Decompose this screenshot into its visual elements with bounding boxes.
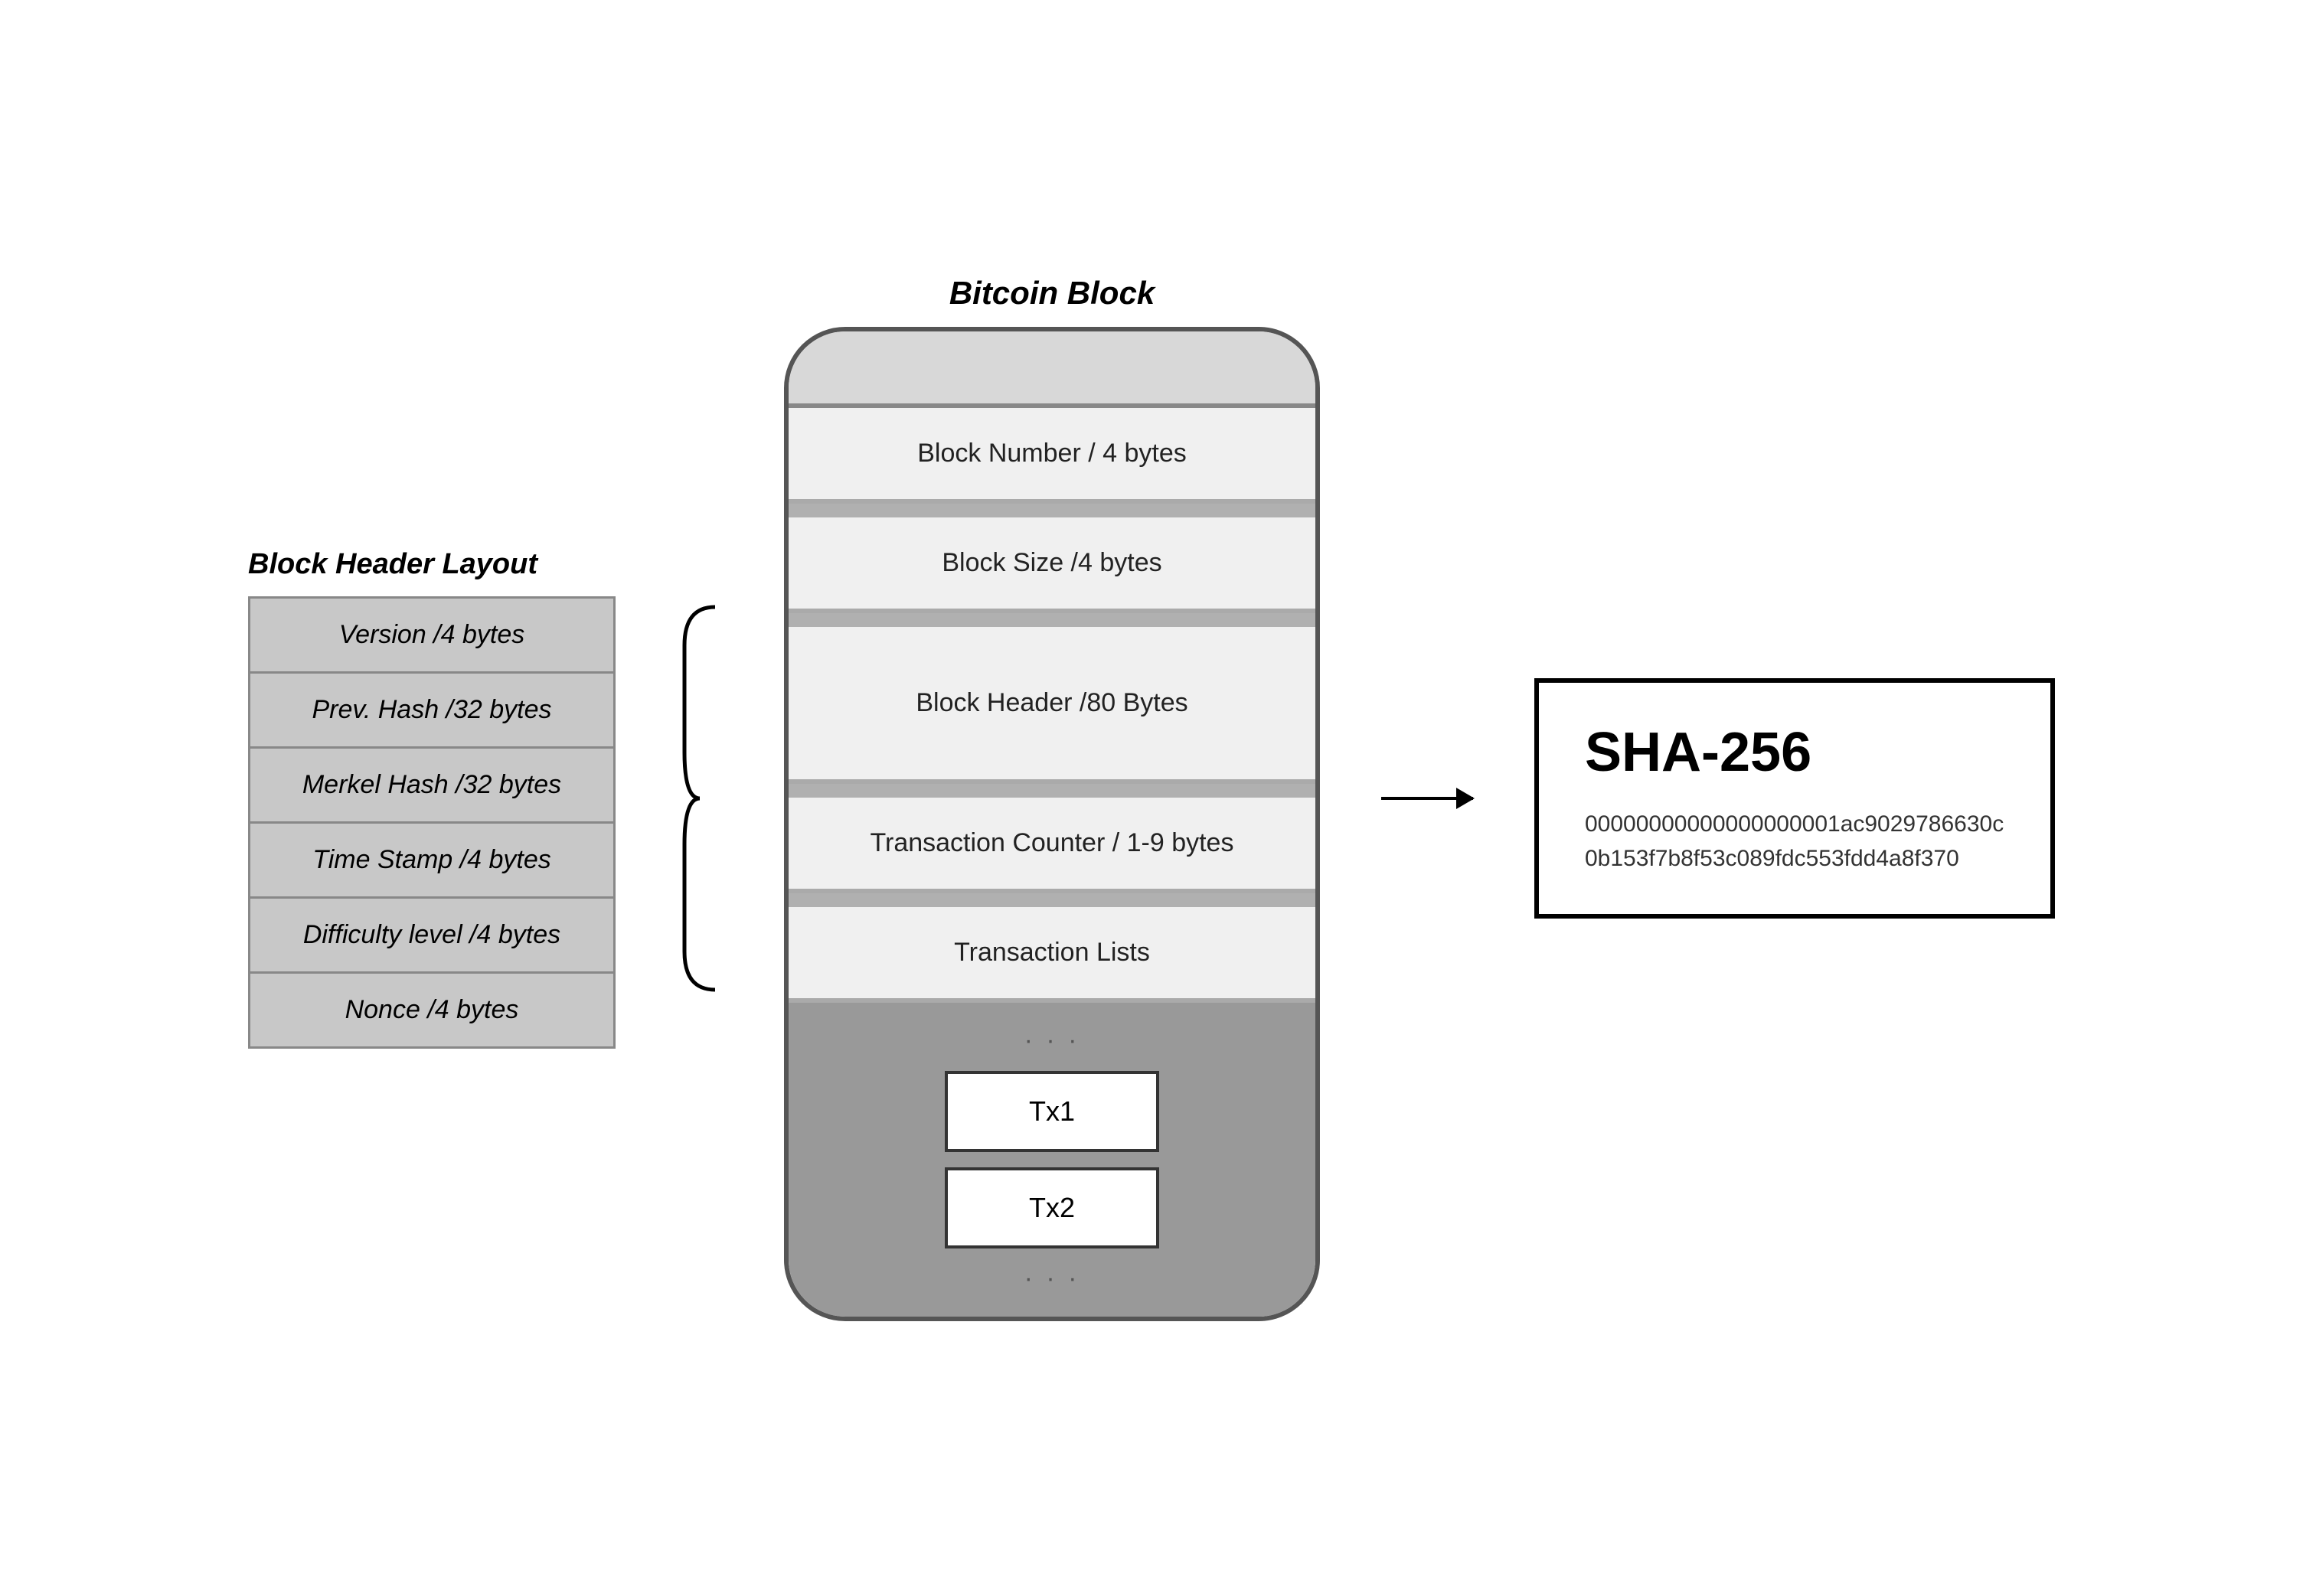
arrow-line xyxy=(1381,797,1473,800)
transactions-area: · · · Tx1 Tx2 · · · xyxy=(789,1003,1315,1317)
transaction-list-row: Transaction Lists xyxy=(789,907,1315,1003)
bitcoin-block-section: Bitcoin Block Block Number / 4 bytes Blo… xyxy=(784,275,1320,1321)
header-item-version: Version /4 bytes xyxy=(248,596,616,671)
bitcoin-block-title: Bitcoin Block xyxy=(949,275,1155,312)
header-items-list: Version /4 bytes Prev. Hash /32 bytes Me… xyxy=(248,596,616,1049)
tx-dots-bottom: · · · xyxy=(1024,1264,1080,1294)
transaction-counter-row: Transaction Counter / 1-9 bytes xyxy=(789,798,1315,893)
tx2-box: Tx2 xyxy=(945,1167,1159,1248)
separator-4 xyxy=(789,893,1315,907)
curly-brace-container xyxy=(677,599,723,997)
sha-section: SHA-256 00000000000000000001ac9029786630… xyxy=(1534,678,2055,919)
block-header-layout-title: Block Header Layout xyxy=(248,548,616,581)
sha-box: SHA-256 00000000000000000001ac9029786630… xyxy=(1534,678,2055,919)
header-item-time-stamp: Time Stamp /4 bytes xyxy=(248,821,616,896)
sha-hash: 00000000000000000001ac9029786630c0b153f7… xyxy=(1585,807,2004,876)
separator-1 xyxy=(789,504,1315,517)
block-container: Block Number / 4 bytes Block Size /4 byt… xyxy=(784,327,1320,1321)
tx-dots-top: · · · xyxy=(1024,1026,1080,1056)
diagram-wrapper: Block Header Layout Version /4 bytes Pre… xyxy=(248,275,2055,1321)
tx1-box: Tx1 xyxy=(945,1071,1159,1152)
separator-2 xyxy=(789,613,1315,627)
block-header-row: Block Header /80 Bytes xyxy=(789,627,1315,784)
block-number-row: Block Number / 4 bytes xyxy=(789,408,1315,504)
block-size-row: Block Size /4 bytes xyxy=(789,517,1315,613)
main-container: Block Header Layout Version /4 bytes Pre… xyxy=(0,0,2303,1596)
header-item-difficulty: Difficulty level /4 bytes xyxy=(248,896,616,971)
sha-title: SHA-256 xyxy=(1585,721,2004,784)
header-item-nonce: Nonce /4 bytes xyxy=(248,971,616,1049)
arrow-container xyxy=(1381,797,1473,800)
header-item-merkel-hash: Merkel Hash /32 bytes xyxy=(248,746,616,821)
separator-3 xyxy=(789,784,1315,798)
block-header-layout-section: Block Header Layout Version /4 bytes Pre… xyxy=(248,548,616,1049)
block-top-cap xyxy=(789,331,1315,408)
header-item-prev-hash: Prev. Hash /32 bytes xyxy=(248,671,616,746)
curly-brace-svg xyxy=(677,599,723,997)
